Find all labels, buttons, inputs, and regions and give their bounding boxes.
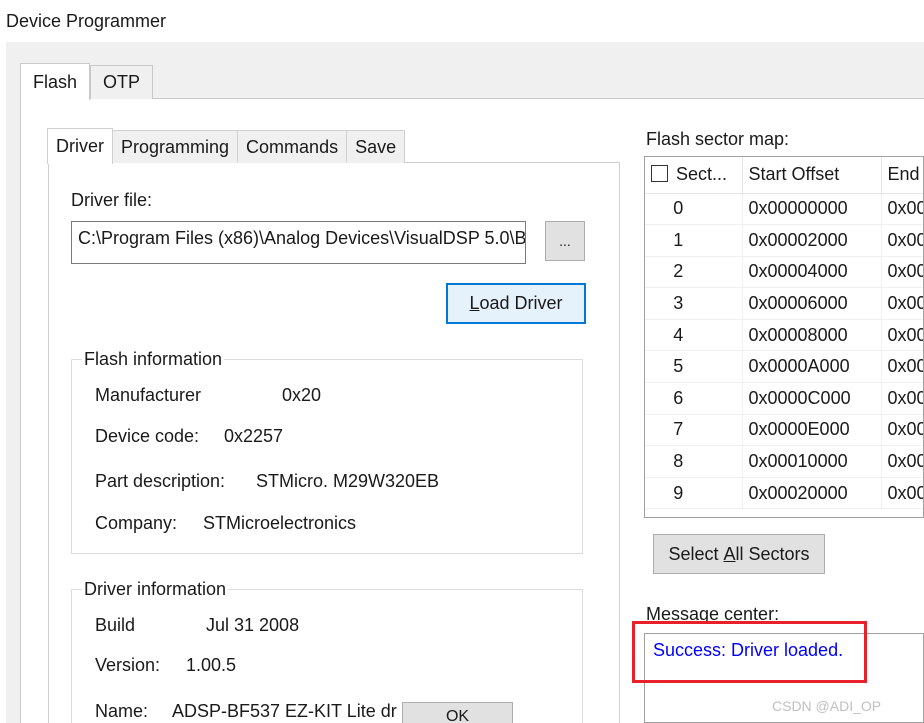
end-cell: 0x00 bbox=[881, 256, 923, 289]
start-offset-cell: 0x00002000 bbox=[742, 224, 882, 257]
build-label: Build bbox=[95, 615, 136, 635]
start-offset-cell: 0x0000E000 bbox=[742, 414, 882, 447]
end-cell: 0x00 bbox=[881, 350, 923, 384]
tab-otp[interactable]: OTP bbox=[90, 65, 154, 99]
inner-tab-strip: Driver Programming Commands Save bbox=[47, 127, 406, 164]
start-offset-column-header[interactable]: Start Offset bbox=[742, 157, 882, 194]
table-row[interactable]: 7 0x0000E000 0x00 bbox=[645, 414, 923, 447]
tab-flash[interactable]: Flash bbox=[20, 63, 91, 100]
select-all-label-pre: Select bbox=[668, 543, 724, 564]
sector-cell: 7 bbox=[645, 414, 743, 447]
build-value: Jul 31 2008 bbox=[206, 615, 300, 635]
device-code-label: Device code: bbox=[95, 426, 200, 446]
sector-map-title: Flash sector map: bbox=[646, 129, 790, 149]
sector-cell: 3 bbox=[645, 287, 743, 320]
select-all-label-post: ll Sectors bbox=[735, 543, 810, 564]
sector-cell: 1 bbox=[645, 224, 743, 257]
start-offset-cell: 0x00006000 bbox=[742, 287, 882, 320]
outer-tab-strip: Flash OTP bbox=[20, 63, 154, 100]
start-offset-cell: 0x00020000 bbox=[742, 477, 882, 510]
table-row[interactable]: 0 0x00000000 0x00 bbox=[645, 193, 923, 226]
manufacturer-value: 0x20 bbox=[282, 385, 322, 405]
version-label: Version: bbox=[95, 655, 161, 675]
company-label: Company: bbox=[95, 513, 178, 533]
sector-cell: 2 bbox=[645, 256, 743, 289]
sector-cell: 0 bbox=[645, 193, 743, 226]
sector-map-table[interactable]: Sect... Start Offset End 0 0x00000000 0x00… bbox=[644, 156, 924, 518]
sector-cell: 9 bbox=[645, 477, 743, 510]
device-code-value: 0x2257 bbox=[224, 426, 284, 446]
part-description-value: STMicro. M29W320EB bbox=[256, 471, 440, 491]
load-driver-mnemonic: L bbox=[469, 293, 480, 313]
tab-commands[interactable]: Commands bbox=[237, 130, 348, 163]
sector-column-header[interactable]: Sect... bbox=[645, 157, 743, 194]
driver-information-legend: Driver information bbox=[82, 579, 229, 600]
select-all-checkbox[interactable] bbox=[651, 165, 668, 183]
sector-cell: 4 bbox=[645, 319, 743, 352]
start-offset-cell: 0x00010000 bbox=[742, 445, 882, 478]
browse-button[interactable]: ... bbox=[545, 221, 585, 261]
table-row[interactable]: 5 0x0000A000 0x00 bbox=[645, 350, 923, 384]
manufacturer-label: Manufacturer bbox=[95, 385, 202, 405]
table-row[interactable]: 2 0x00004000 0x00 bbox=[645, 256, 923, 289]
start-offset-cell: 0x00000000 bbox=[742, 193, 882, 226]
select-all-sectors-button[interactable]: Select All Sectors bbox=[653, 534, 825, 574]
end-cell: 0x00 bbox=[881, 382, 923, 415]
end-cell: 0x00 bbox=[881, 477, 923, 510]
tab-driver[interactable]: Driver bbox=[47, 128, 113, 164]
table-row[interactable]: 8 0x00010000 0x00 bbox=[645, 445, 923, 478]
sector-column-label: Sect... bbox=[676, 164, 728, 185]
start-offset-cell: 0x00004000 bbox=[742, 256, 882, 289]
end-cell: 0x00 bbox=[881, 414, 923, 447]
load-driver-label: oad Driver bbox=[479, 293, 563, 313]
end-cell: 0x00 bbox=[881, 287, 923, 320]
sector-cell: 5 bbox=[645, 350, 743, 384]
driver-file-input[interactable]: C:\Program Files (x86)\Analog Devices\Vi… bbox=[71, 221, 526, 264]
watermark: CSDN @ADI_OP bbox=[772, 698, 882, 714]
driver-file-label: Driver file: bbox=[71, 190, 153, 210]
load-driver-button[interactable]: Load Driver bbox=[446, 283, 586, 324]
sector-cell: 6 bbox=[645, 382, 743, 415]
select-all-mnemonic: A bbox=[723, 543, 736, 564]
end-cell: 0x00 bbox=[881, 319, 923, 352]
version-value: 1.00.5 bbox=[186, 655, 237, 675]
start-offset-cell: 0x00008000 bbox=[742, 319, 882, 352]
table-row[interactable]: 6 0x0000C000 0x00 bbox=[645, 382, 923, 415]
end-cell: 0x00 bbox=[881, 445, 923, 478]
end-column-header[interactable]: End bbox=[881, 157, 923, 194]
table-row[interactable]: 3 0x00006000 0x00 bbox=[645, 287, 923, 320]
window-title: Device Programmer bbox=[6, 11, 167, 31]
start-offset-cell: 0x0000C000 bbox=[742, 382, 882, 415]
ok-button[interactable]: OK bbox=[402, 702, 513, 723]
end-cell: 0x00 bbox=[881, 193, 923, 226]
annotation-highlight-box bbox=[632, 621, 867, 683]
table-row[interactable]: 4 0x00008000 0x00 bbox=[645, 319, 923, 352]
start-offset-cell: 0x0000A000 bbox=[742, 350, 882, 384]
name-value: ADSP-BF537 EZ-KIT Lite dr bbox=[172, 701, 397, 721]
table-row[interactable]: 1 0x00002000 0x00 bbox=[645, 224, 923, 257]
company-value: STMicroelectronics bbox=[203, 513, 357, 533]
part-description-label: Part description: bbox=[95, 471, 226, 491]
flash-information-legend: Flash information bbox=[82, 349, 225, 370]
tab-programming[interactable]: Programming bbox=[112, 130, 239, 163]
sector-cell: 8 bbox=[645, 445, 743, 478]
tab-save[interactable]: Save bbox=[346, 130, 406, 163]
name-label: Name: bbox=[95, 701, 149, 721]
end-cell: 0x00 bbox=[881, 224, 923, 257]
table-row[interactable]: 9 0x00020000 0x00 bbox=[645, 477, 923, 510]
